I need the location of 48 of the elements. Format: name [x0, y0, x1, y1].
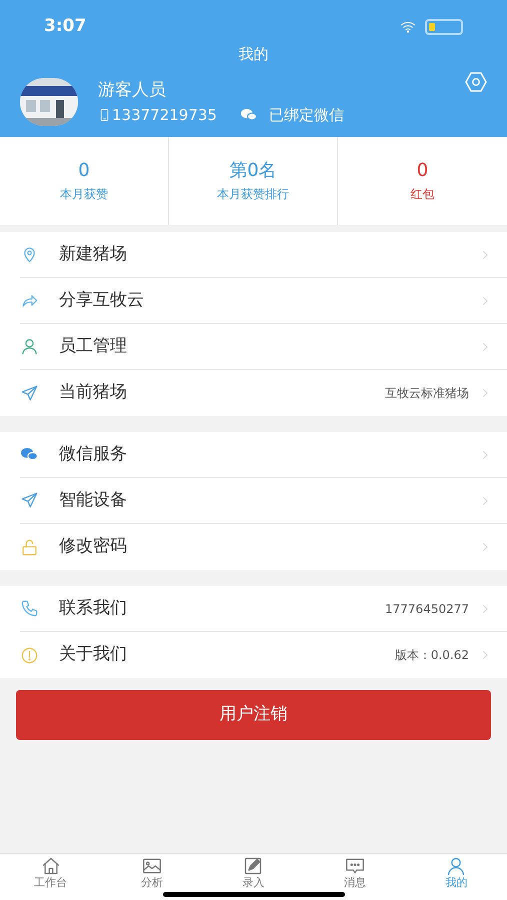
tab-item[interactable]: 分析	[101, 854, 203, 894]
menu-label: 分享互牧云	[59, 288, 145, 312]
paper-plane-icon	[20, 491, 39, 510]
tab-item[interactable]: 录入	[202, 854, 304, 894]
stat-value: 0	[78, 159, 90, 183]
tab-item[interactable]: 工作台	[0, 854, 102, 894]
menu-item[interactable]: 智能设备	[20, 478, 507, 524]
person-icon	[20, 337, 39, 356]
stat-label: 红包	[410, 186, 434, 203]
stat-label: 本月获赞	[60, 186, 108, 203]
menu-value: 版本：0.0.62	[394, 647, 469, 664]
menu-label: 微信服务	[59, 442, 128, 466]
menu-label: 关于我们	[59, 643, 128, 666]
menu-item[interactable]: 分享互牧云	[20, 278, 507, 324]
unlocked-padlock-icon	[20, 538, 39, 556]
menu-value: 17776450277	[385, 600, 469, 618]
logout-button[interactable]: 用户注销	[16, 690, 491, 740]
user-name: 游客人员	[98, 79, 167, 102]
paper-plane-icon	[20, 384, 39, 402]
settings-icon	[463, 70, 489, 94]
phone-icon	[20, 599, 39, 618]
menu-label: 新建猪场	[59, 242, 128, 266]
stat-label: 本月获赞排行	[217, 186, 289, 203]
battery-icon	[425, 18, 463, 35]
menu-label: 修改密码	[59, 535, 128, 558]
page-title: 我的	[238, 44, 268, 64]
menu-value: 互牧云标准猪场	[385, 385, 469, 402]
menu-item[interactable]: 当前猪场 互牧云标准猪场	[20, 370, 507, 416]
menu-label: 员工管理	[59, 334, 128, 358]
menu-item[interactable]: 新建猪场	[20, 232, 507, 278]
info-circle-icon	[20, 646, 39, 664]
menu-label: 当前猪场	[59, 381, 128, 404]
menu-item[interactable]: 联系我们 17776450277	[20, 586, 507, 632]
wechat-status: 已绑定微信	[268, 105, 344, 126]
menu-item[interactable]: 关于我们 版本：0.0.62	[20, 632, 507, 678]
menu-label: 智能设备	[59, 488, 128, 512]
tab-item[interactable]: 消息	[304, 854, 406, 894]
menu-item[interactable]: 微信服务	[20, 432, 507, 478]
stat-tile[interactable]: 0 红包	[338, 137, 507, 225]
status-time: 3:07	[44, 15, 86, 38]
menu-item[interactable]: 员工管理	[20, 324, 507, 370]
phone-number: 13377219735	[112, 105, 217, 126]
stat-value: 第0名	[229, 159, 277, 183]
menu-label: 联系我们	[59, 596, 128, 620]
stat-value: 0	[416, 159, 428, 183]
settings-button[interactable]	[463, 70, 489, 94]
menu-item[interactable]: 修改密码	[20, 524, 507, 570]
phone-icon	[98, 107, 111, 124]
